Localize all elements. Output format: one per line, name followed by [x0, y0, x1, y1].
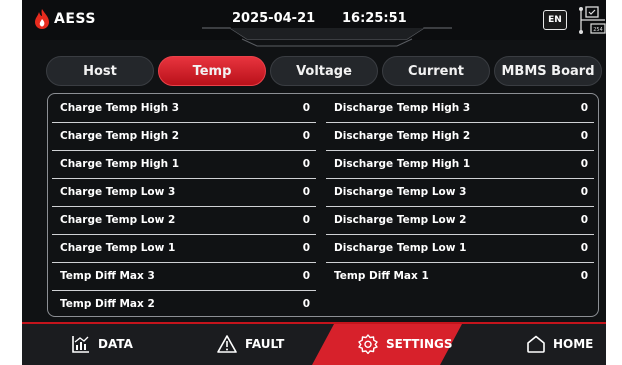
svg-text:254: 254 [593, 27, 603, 33]
home-icon [527, 335, 545, 353]
param-value: 0 [580, 158, 588, 170]
param-value: 0 [302, 242, 310, 254]
param-label: Discharge Temp High 3 [334, 102, 471, 114]
param-label: Discharge Temp High 2 [334, 130, 471, 142]
header-bar: AESS 2025-04-21 16:25:51 EN 254 [22, 0, 606, 47]
flame-logo-icon [35, 9, 49, 29]
param-value: 0 [302, 214, 310, 226]
param-row-charge-temp-high-2[interactable]: Charge Temp High 2 0 [52, 122, 316, 151]
param-value: 0 [580, 130, 588, 142]
param-label: Discharge Temp Low 2 [334, 214, 467, 226]
param-value: 0 [580, 242, 588, 254]
param-value: 0 [580, 270, 588, 282]
nav-home-button[interactable]: HOME [527, 322, 593, 365]
param-row-temp-diff-max-1[interactable]: Temp Diff Max 1 0 [326, 262, 594, 290]
param-label: Discharge Temp High 1 [334, 158, 471, 170]
param-row-charge-temp-low-3[interactable]: Charge Temp Low 3 0 [52, 178, 316, 207]
param-value: 0 [302, 298, 310, 310]
param-value: 0 [302, 158, 310, 170]
brand-name: AESS [54, 11, 96, 27]
param-label: Discharge Temp Low 1 [334, 242, 467, 254]
param-row-charge-temp-low-2[interactable]: Charge Temp Low 2 0 [52, 206, 316, 235]
tab-bar: Host Temp Voltage Current MBMS Board [46, 56, 606, 86]
param-row-discharge-temp-low-1[interactable]: Discharge Temp Low 1 0 [326, 234, 594, 263]
param-label: Temp Diff Max 1 [334, 270, 429, 282]
param-label: Temp Diff Max 2 [60, 298, 155, 310]
nav-fault-button[interactable]: FAULT [217, 322, 284, 365]
nav-home-label: HOME [553, 336, 594, 351]
nav-data-button[interactable]: DATA [72, 322, 133, 365]
brand-logo: AESS [34, 9, 96, 29]
param-label: Charge Temp High 1 [60, 158, 180, 170]
param-value: 0 [580, 102, 588, 114]
header-decoration [202, 27, 452, 47]
param-label: Temp Diff Max 3 [60, 270, 155, 282]
param-row-discharge-temp-low-2[interactable]: Discharge Temp Low 2 0 [326, 206, 594, 235]
date-display: 2025-04-21 [232, 11, 316, 26]
param-label: Charge Temp Low 1 [60, 242, 176, 254]
warning-icon [217, 334, 237, 353]
param-row-discharge-temp-high-3[interactable]: Discharge Temp High 3 0 [326, 94, 594, 123]
param-label: Charge Temp High 2 [60, 130, 180, 142]
param-label: Discharge Temp Low 3 [334, 186, 467, 198]
gear-icon [358, 333, 378, 354]
temp-parameters-panel: Charge Temp High 3 0 Charge Temp High 2 … [47, 93, 599, 317]
tab-temp[interactable]: Temp [158, 56, 266, 86]
nav-settings-label: SETTINGS [386, 336, 453, 351]
param-label: Charge Temp Low 3 [60, 186, 176, 198]
tab-voltage[interactable]: Voltage [270, 56, 378, 86]
param-label: Charge Temp Low 2 [60, 214, 176, 226]
language-button[interactable]: EN [543, 10, 567, 30]
param-value: 0 [302, 270, 310, 282]
param-row-discharge-temp-low-3[interactable]: Discharge Temp Low 3 0 [326, 178, 594, 207]
param-row-temp-diff-max-2[interactable]: Temp Diff Max 2 0 [52, 290, 316, 318]
param-row-discharge-temp-high-1[interactable]: Discharge Temp High 1 0 [326, 150, 594, 179]
screen: AESS 2025-04-21 16:25:51 EN 254 Host Tem… [22, 0, 606, 365]
param-value: 0 [580, 186, 588, 198]
time-display: 16:25:51 [342, 11, 407, 26]
param-label: Charge Temp High 3 [60, 102, 180, 114]
tab-host[interactable]: Host [46, 56, 154, 86]
tab-current[interactable]: Current [382, 56, 490, 86]
param-value: 0 [302, 186, 310, 198]
nav-fault-label: FAULT [245, 336, 285, 351]
tab-mbms-board[interactable]: MBMS Board [494, 56, 602, 86]
nav-settings-button[interactable]: SETTINGS [358, 322, 453, 365]
param-row-charge-temp-high-3[interactable]: Charge Temp High 3 0 [52, 94, 316, 123]
network-status-icon[interactable]: 254 [579, 5, 606, 35]
param-value: 0 [302, 130, 310, 142]
param-row-charge-temp-low-1[interactable]: Charge Temp Low 1 0 [52, 234, 316, 263]
param-value: 0 [580, 214, 588, 226]
param-row-discharge-temp-high-2[interactable]: Discharge Temp High 2 0 [326, 122, 594, 151]
bottom-nav: DATA FAULT SETTINGS HOME [22, 322, 606, 365]
chart-icon [72, 335, 89, 353]
param-value: 0 [302, 102, 310, 114]
param-row-charge-temp-high-1[interactable]: Charge Temp High 1 0 [52, 150, 316, 179]
nav-data-label: DATA [98, 336, 133, 351]
param-row-temp-diff-max-3[interactable]: Temp Diff Max 3 0 [52, 262, 316, 291]
